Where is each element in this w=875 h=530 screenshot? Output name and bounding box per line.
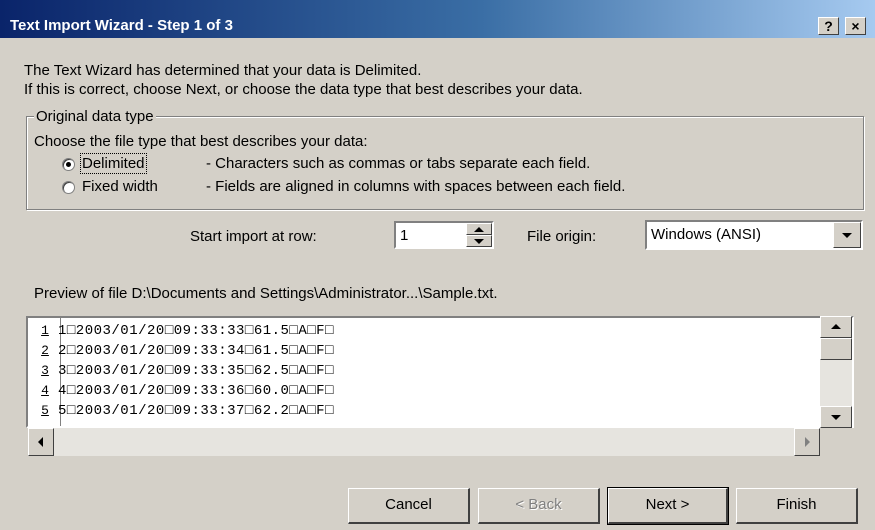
data-type-prompt: Choose the file type that best describes…: [34, 133, 368, 150]
preview-row-number: 4: [41, 383, 49, 398]
preview-row-number: 1: [41, 323, 49, 338]
preview-row: 4 4□2003/01/20□09:33:36□60.0□A□F□: [28, 382, 828, 402]
radio-delimited-indicator[interactable]: [62, 158, 75, 171]
preview-row-text: 5□2003/01/20□09:33:37□62.2□A□F□: [58, 403, 334, 419]
preview-row: 3 3□2003/01/20□09:33:35□62.5□A□F□: [28, 362, 828, 382]
file-origin-select[interactable]: Windows (ANSI): [645, 220, 863, 250]
start-row-label: Start import at row:: [190, 228, 317, 245]
preview-horizontal-scrollbar[interactable]: [28, 428, 820, 456]
chevron-down-icon: [474, 239, 484, 244]
start-row-value: 1: [400, 227, 409, 244]
next-button[interactable]: Next >: [607, 487, 729, 525]
intro-line-1: The Text Wizard has determined that your…: [24, 62, 422, 79]
radio-delimited-label[interactable]: Delimited: [80, 153, 147, 174]
close-button[interactable]: ×: [845, 17, 866, 35]
scroll-thumb[interactable]: [820, 338, 852, 360]
preview-pane[interactable]: 1 1□2003/01/20□09:33:33□61.5□A□F□ 2 2□20…: [26, 316, 854, 428]
preview-row-number: 2: [41, 343, 49, 358]
scroll-up-button[interactable]: [820, 316, 852, 338]
file-origin-value: Windows (ANSI): [651, 226, 762, 243]
radio-fixed-width-label[interactable]: Fixed width: [82, 178, 158, 195]
spin-up-button[interactable]: [466, 223, 492, 235]
scroll-left-button[interactable]: [28, 428, 54, 456]
radio-fixed-width-indicator[interactable]: [62, 181, 75, 194]
preview-row: 1 1□2003/01/20□09:33:33□61.5□A□F□: [28, 322, 828, 342]
preview-row: 2 2□2003/01/20□09:33:34□61.5□A□F□: [28, 342, 828, 362]
back-button[interactable]: < Back: [478, 488, 600, 524]
chevron-up-icon: [831, 324, 841, 329]
file-origin-dropdown-button[interactable]: [833, 222, 861, 248]
file-origin-label: File origin:: [527, 228, 597, 245]
radio-delimited-description: - Characters such as commas or tabs sepa…: [206, 155, 591, 172]
chevron-right-icon: [805, 437, 810, 447]
spin-down-button[interactable]: [466, 235, 492, 247]
radio-fixed-width-description: - Fields are aligned in columns with spa…: [206, 178, 626, 195]
chevron-down-icon: [842, 233, 852, 238]
preview-label: Preview of file D:\Documents and Setting…: [34, 285, 498, 302]
finish-button[interactable]: Finish: [736, 488, 858, 524]
preview-row-number: 5: [41, 403, 49, 418]
preview-row: 5 5□2003/01/20□09:33:37□62.2□A□F□: [28, 402, 828, 422]
chevron-down-icon: [831, 415, 841, 420]
scroll-right-button[interactable]: [794, 428, 820, 456]
close-icon: ×: [851, 18, 860, 34]
help-icon: ?: [824, 18, 833, 34]
chevron-up-icon: [474, 227, 484, 232]
preview-row-text: 3□2003/01/20□09:33:35□62.5□A□F□: [58, 363, 334, 379]
title-bar: Text Import Wizard - Step 1 of 3 ? ×: [0, 0, 875, 38]
preview-vertical-scrollbar[interactable]: [820, 316, 852, 428]
intro-line-2: If this is correct, choose Next, or choo…: [24, 81, 583, 98]
preview-row-text: 2□2003/01/20□09:33:34□61.5□A□F□: [58, 343, 334, 359]
start-row-input[interactable]: 1: [394, 221, 494, 249]
preview-row-number: 3: [41, 363, 49, 378]
window-title: Text Import Wizard - Step 1 of 3: [10, 17, 233, 34]
chevron-left-icon: [38, 437, 43, 447]
preview-row-text: 1□2003/01/20□09:33:33□61.5□A□F□: [58, 323, 334, 339]
scroll-down-button[interactable]: [820, 406, 852, 428]
preview-row-text: 4□2003/01/20□09:33:36□60.0□A□F□: [58, 383, 334, 399]
cancel-button[interactable]: Cancel: [348, 488, 470, 524]
data-type-group-label: Original data type: [34, 108, 156, 125]
help-button[interactable]: ?: [818, 17, 839, 35]
